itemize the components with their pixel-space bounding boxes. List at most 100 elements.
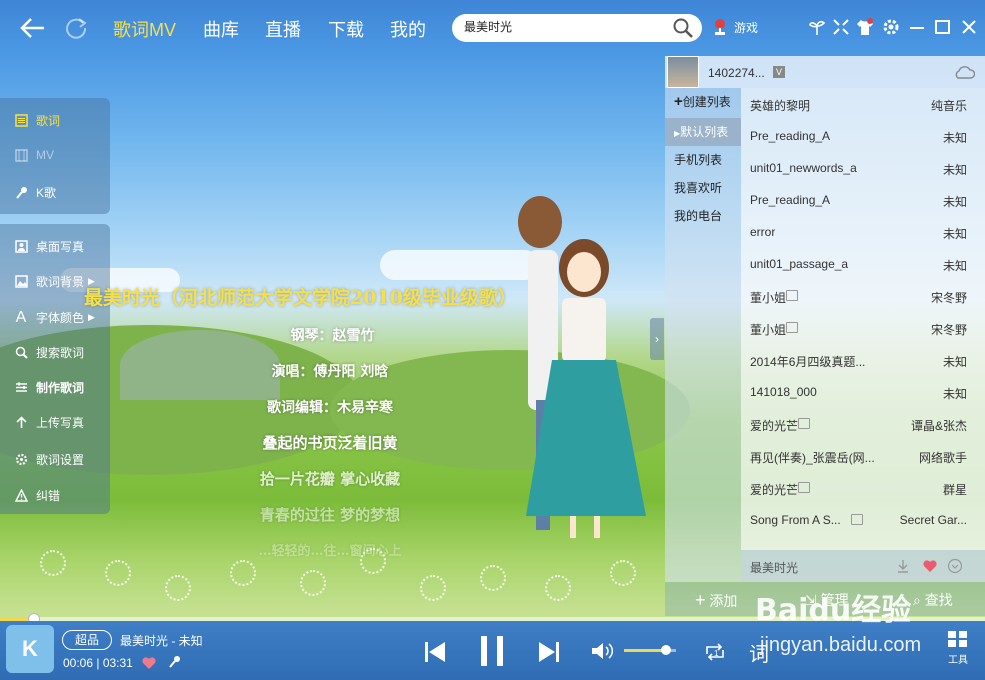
repeat-icon[interactable]: 1	[703, 642, 727, 662]
menu-lyrics-settings[interactable]: 歌词设置	[14, 451, 84, 468]
now-playing-title: 最美时光	[750, 561, 799, 575]
playlist-panel: 1402274... V +创建列表 ▶默认列表 手机列表 我喜欢听 我的电台 …	[665, 56, 985, 616]
refresh-icon[interactable]	[64, 15, 88, 39]
search-input[interactable]	[464, 19, 664, 33]
song-title: 141018_000	[750, 385, 817, 399]
mv-icon[interactable]	[851, 514, 863, 525]
collapse-panel-button[interactable]: ›	[650, 318, 664, 360]
tools-button[interactable]: 工具	[944, 630, 972, 666]
song-row[interactable]: 董小姐 宋冬野	[741, 312, 985, 344]
mv-icon[interactable]	[798, 418, 810, 429]
song-row[interactable]: 英雄的黎明 纯音乐	[741, 88, 985, 120]
menu-search-lyrics[interactable]: 搜索歌词	[14, 344, 84, 361]
minimize-icon[interactable]	[908, 18, 926, 36]
gear-icon	[14, 453, 28, 467]
tools-label: 工具	[948, 655, 968, 666]
song-artist: 未知	[942, 355, 967, 369]
song-row[interactable]: error 未知	[741, 216, 985, 248]
song-title: Pre_reading_A	[750, 193, 831, 207]
menu-lyrics[interactable]: 歌词	[14, 112, 60, 129]
skin-shirt-icon[interactable]	[856, 18, 874, 36]
song-row[interactable]: 董小姐 宋冬野	[741, 280, 985, 312]
lyric-line: 钢琴：赵雪竹	[290, 328, 375, 344]
playlist-favorites[interactable]: 我喜欢听	[665, 174, 741, 202]
volume-fill	[624, 649, 666, 652]
svg-text:1: 1	[714, 649, 719, 658]
song-list: 英雄的黎明 纯音乐 Pre_reading_A 未知 unit01_newwords_a…	[741, 88, 985, 550]
more-circle-icon[interactable]	[947, 558, 963, 574]
volume-icon[interactable]	[591, 642, 615, 660]
next-icon[interactable]	[538, 641, 560, 663]
menu-lyrics-background[interactable]: 歌词背景 ▶	[14, 273, 95, 290]
playlist-radio[interactable]: 我的电台	[665, 202, 741, 230]
song-row[interactable]: Song From A S... Secret Gar...	[741, 504, 985, 536]
tab-lyrics-mv[interactable]: 歌词MV	[113, 16, 176, 42]
back-arrow-icon[interactable]	[18, 14, 46, 42]
song-row[interactable]: 爱的光芒 群星	[741, 472, 985, 504]
find-button[interactable]: ⌕ 查找	[913, 590, 953, 610]
playlist-phone[interactable]: 手机列表	[665, 146, 741, 174]
gear-icon[interactable]	[882, 18, 900, 36]
joystick-icon[interactable]	[712, 18, 728, 36]
song-row[interactable]: Pre_reading_A 未知	[741, 184, 985, 216]
song-row[interactable]: 爱的光芒 谭晶&张杰	[741, 408, 985, 440]
maximize-icon[interactable]	[934, 18, 952, 36]
cloud-sync-icon[interactable]	[953, 64, 975, 80]
app-logo[interactable]: K	[6, 625, 54, 673]
mv-icon[interactable]	[798, 482, 810, 493]
download-icon[interactable]	[896, 559, 910, 573]
heart-icon[interactable]	[141, 656, 157, 670]
previous-icon[interactable]	[424, 641, 446, 663]
song-artist: 未知	[942, 227, 967, 241]
microphone-icon[interactable]	[168, 655, 182, 669]
song-row[interactable]: 2014年6月四级真题... 未知	[741, 344, 985, 376]
menu-karaoke[interactable]: K歌	[14, 184, 56, 201]
mv-icon[interactable]	[786, 290, 798, 301]
avatar[interactable]	[667, 56, 699, 88]
volume-knob[interactable]	[660, 645, 671, 655]
menu-make-lyrics[interactable]: 制作歌词	[14, 379, 84, 396]
tab-download[interactable]: 下载	[328, 16, 364, 42]
shrink-icon[interactable]	[832, 18, 850, 36]
song-artist: 宋冬野	[930, 323, 967, 337]
microphone-icon	[14, 186, 28, 200]
now-playing-row[interactable]: 最美时光	[741, 550, 985, 582]
song-artist: Secret Gar...	[899, 513, 967, 527]
search-icon[interactable]	[672, 17, 694, 39]
user-name[interactable]: 1402274...	[708, 66, 765, 80]
tab-live[interactable]: 直播	[265, 16, 301, 42]
song-row[interactable]: Pre_reading_A 未知	[741, 120, 985, 152]
image-icon	[14, 275, 28, 289]
watermark: Baidu经验	[755, 593, 912, 628]
close-icon[interactable]	[960, 18, 978, 36]
top-bar: 歌词MV 曲库 直播 下载 我的 游戏	[0, 0, 985, 56]
song-row[interactable]: unit01_passage_a 未知	[741, 248, 985, 280]
create-list-button[interactable]: +创建列表	[665, 88, 741, 116]
warning-icon	[14, 489, 28, 503]
sprout-icon[interactable]	[808, 18, 826, 36]
mv-icon[interactable]	[786, 322, 798, 333]
playlist-default[interactable]: ▶默认列表	[665, 118, 741, 146]
game-link[interactable]: 游戏	[734, 19, 758, 36]
lyrics-icon	[14, 114, 28, 128]
add-button[interactable]: + 添加	[695, 590, 737, 611]
chevron-right-icon: ▶	[88, 312, 95, 322]
tab-mine[interactable]: 我的	[390, 16, 426, 42]
song-row[interactable]: 141018_000 未知	[741, 376, 985, 408]
pause-icon[interactable]	[478, 635, 506, 667]
menu-desktop-photo[interactable]: 桌面写真	[14, 238, 84, 255]
menu-mv[interactable]: MV	[14, 148, 54, 162]
tab-library[interactable]: 曲库	[203, 16, 239, 42]
time-display: 00:06 | 03:31	[63, 656, 133, 670]
portrait-icon	[14, 240, 28, 254]
song-title: 董小姐	[750, 323, 787, 337]
volume-slider[interactable]	[624, 645, 676, 655]
heart-icon[interactable]	[922, 559, 938, 573]
menu-font-color[interactable]: A 字体颜色 ▶	[14, 309, 95, 326]
plus-icon: +	[674, 93, 683, 110]
lyric-line: 拾一片花瓣 掌心收藏	[259, 470, 401, 488]
menu-report-error[interactable]: 纠错	[14, 487, 60, 504]
quality-badge[interactable]: 超品	[62, 630, 112, 650]
song-row[interactable]: 再见(伴奏)_张震岳(网... 网络歌手	[741, 440, 985, 472]
song-row[interactable]: unit01_newwords_a 未知	[741, 152, 985, 184]
